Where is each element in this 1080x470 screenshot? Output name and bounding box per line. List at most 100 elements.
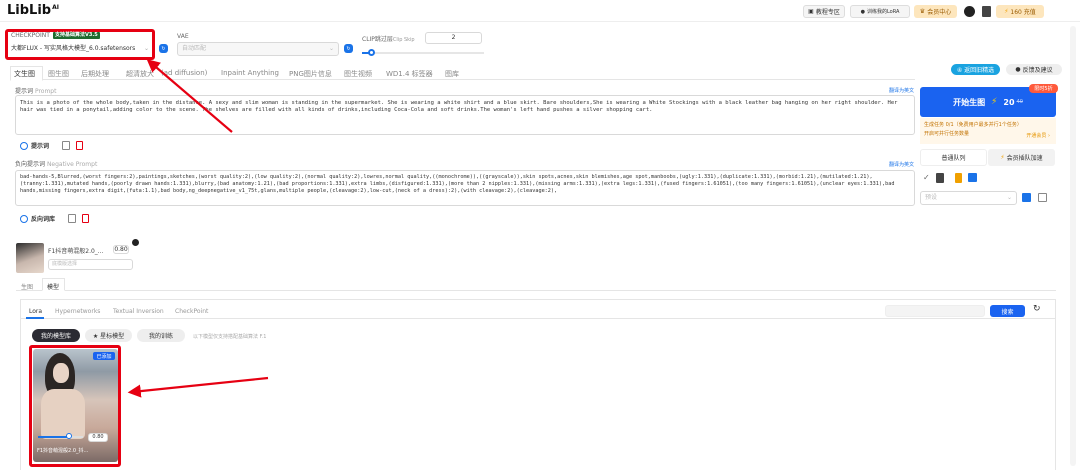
my-training-button[interactable]: 我的训练 — [137, 329, 185, 342]
edit-preset-icon[interactable] — [1038, 193, 1047, 202]
tab-ad-diffusion[interactable]: (ad diffusion) — [161, 69, 207, 77]
clip-label: CLIP跳过层Clip Skip — [362, 36, 415, 43]
lightning-icon: ⚡ — [991, 97, 998, 107]
close-icon[interactable] — [132, 239, 139, 246]
recommend-button[interactable]: ④ 返回旧精选 — [951, 64, 1000, 75]
tab-png-info[interactable]: PNG图片信息 — [289, 69, 332, 79]
copy-icon[interactable] — [68, 214, 76, 223]
negative-label: 负向提示词 Negative Prompt — [15, 161, 98, 168]
prompt-textarea[interactable]: This is a photo of the whole body,taken … — [15, 95, 915, 135]
bookmark-icon[interactable] — [982, 6, 991, 17]
feedback-button[interactable]: ● 反馈及建议 — [1006, 64, 1062, 75]
negative-translate-link[interactable]: 翻译为英文 — [889, 161, 914, 168]
checkpoint-select[interactable]: 大都FLUX - 写实风格大模型_6.0.safetensors ⌄ — [11, 43, 151, 55]
avatar[interactable] — [964, 6, 975, 17]
model-card[interactable] — [33, 349, 118, 462]
chat-icon: ● — [1015, 66, 1021, 73]
checkpoint-label: CHECKPOINT — [11, 32, 50, 39]
refresh-preset-button[interactable] — [1022, 193, 1031, 202]
card-weight-slider[interactable] — [38, 436, 83, 438]
model-tab-textual-inversion[interactable]: Textual Inversion — [113, 308, 164, 315]
tab-postprocess[interactable]: 后期处理 — [81, 69, 109, 79]
open-member-link[interactable]: 开通会员 › — [1026, 132, 1050, 139]
queue-normal-tab[interactable]: 普通队列 — [920, 149, 987, 166]
clipboard-icon[interactable] — [955, 173, 962, 183]
trash-icon[interactable] — [936, 173, 944, 183]
negative-tool[interactable]: 反向词库 — [20, 214, 55, 223]
library-note: 以下模型仅支持搭配基础算法 F.1 — [193, 334, 267, 340]
card-weight-fill — [38, 436, 68, 438]
subtab-generate[interactable]: 生图 — [21, 282, 33, 291]
trash-icon[interactable] — [82, 214, 89, 223]
chevron-down-icon: ⌄ — [143, 45, 149, 52]
checkpoint-badge: 支持基础算法V3.5 — [53, 32, 100, 39]
copy-icon[interactable] — [62, 141, 70, 150]
lora-name: F1抖音萌混般2.0_... — [48, 248, 104, 255]
save-icon[interactable] — [968, 173, 977, 182]
card-body — [41, 389, 85, 439]
clip-slider-handle[interactable] — [368, 49, 375, 56]
member-center-button[interactable]: ♛ 会员中心 — [914, 5, 957, 18]
tutorial-button[interactable]: ▣ 教程专区 — [803, 5, 845, 18]
train-lora-button[interactable]: ● 训练我的LoRA — [850, 5, 910, 18]
refresh-icon: ↻ — [346, 45, 351, 52]
preset-select[interactable]: 预设 ⌄ — [920, 191, 1017, 205]
card-name: F1抖音萌混般2.0_抖... — [37, 448, 89, 454]
prompt-tool[interactable]: 提示词 — [20, 141, 49, 150]
tab-wd14-tagger[interactable]: WD1.4 标签器 — [386, 69, 433, 79]
chevron-down-icon: ⌄ — [328, 45, 334, 52]
train-icon: ● — [860, 8, 865, 15]
prompt-label: 提示词 Prompt — [15, 88, 57, 95]
chevron-down-icon: ⌄ — [1006, 194, 1012, 201]
scrollbar[interactable] — [1070, 26, 1076, 466]
refresh-vae-button[interactable]: ↻ — [344, 44, 353, 53]
sparkle-icon — [20, 214, 28, 223]
model-tab-checkpoint[interactable]: CheckPoint — [175, 308, 208, 315]
tab-img2img[interactable]: 图生图 — [48, 69, 69, 79]
prompt-translate-link[interactable]: 翻译为英文 — [889, 87, 914, 94]
model-tab-lora[interactable]: Lora — [29, 308, 42, 315]
subtabs-bar — [16, 290, 1056, 291]
model-tab-hypernetworks[interactable]: Hypernetworks — [55, 308, 100, 315]
model-panel — [20, 299, 1056, 470]
starred-models-button[interactable]: ★ 星标模型 — [85, 329, 132, 342]
lora-thumbnail[interactable] — [16, 243, 44, 273]
lora-tab-underline — [26, 317, 44, 319]
book-icon: ▣ — [808, 8, 814, 15]
task-line-1: 生成任务 0/1（免费用户最多并行1个任务） — [924, 122, 1022, 128]
refresh-icon: ↻ — [161, 45, 166, 52]
negative-textarea[interactable]: bad-hands-5,Blurred,(worst fingers:2),pa… — [15, 170, 915, 206]
refresh-checkpoint-button[interactable]: ↻ — [159, 44, 168, 53]
logo-text: LibLib — [7, 3, 52, 18]
tab-txt2img[interactable]: 文生图 — [14, 69, 35, 79]
pen-icon[interactable]: ✓ — [923, 173, 930, 182]
vae-label: VAE — [177, 33, 189, 40]
refresh-icon[interactable]: ↻ — [1033, 304, 1041, 314]
model-search-button[interactable]: 搜索 — [990, 305, 1025, 317]
tab-upscale[interactable]: 超清放大 — [126, 69, 154, 79]
vae-select[interactable]: 自动匹配 ⌄ — [177, 42, 339, 56]
tab-img2video[interactable]: 图生视频 — [344, 69, 372, 79]
queue-fast-tab[interactable]: ⚡ 会员插队加速 — [988, 149, 1055, 166]
trash-icon[interactable] — [76, 141, 83, 150]
tab-gallery[interactable]: 图库 — [445, 69, 459, 79]
logo-ai: AI — [52, 4, 59, 11]
subtab-model[interactable]: 模型 — [47, 282, 59, 291]
sparkle-icon — [20, 141, 28, 150]
clip-skip-input[interactable]: 2 — [425, 32, 482, 44]
lora-version-select[interactable]: 底模版选择 — [48, 259, 133, 270]
added-badge: 已添加 — [93, 352, 115, 360]
lightning-icon: ⚡ — [1004, 8, 1009, 15]
my-model-library-button[interactable]: 我的模型库 — [32, 329, 80, 342]
task-info-box: 生成任务 0/1（免费用户最多并行1个任务） 开启可并行任务数量 开通会员 › — [920, 118, 1056, 144]
model-search-input[interactable] — [885, 305, 985, 317]
lightning-icon: ⚡ — [1000, 154, 1005, 161]
tab-inpaint-anything[interactable]: Inpaint Anything — [221, 69, 279, 77]
recharge-button[interactable]: ⚡ 160 充值 — [996, 5, 1044, 18]
limited-badge: 限时5折 — [1029, 84, 1058, 93]
card-weight-handle[interactable] — [66, 433, 72, 439]
clip-slider-track[interactable] — [362, 52, 484, 54]
card-weight-input[interactable]: 0.80 — [88, 433, 108, 442]
logo[interactable]: LibLib AI — [7, 3, 59, 18]
lora-weight-input[interactable]: 0.80 — [113, 245, 129, 254]
